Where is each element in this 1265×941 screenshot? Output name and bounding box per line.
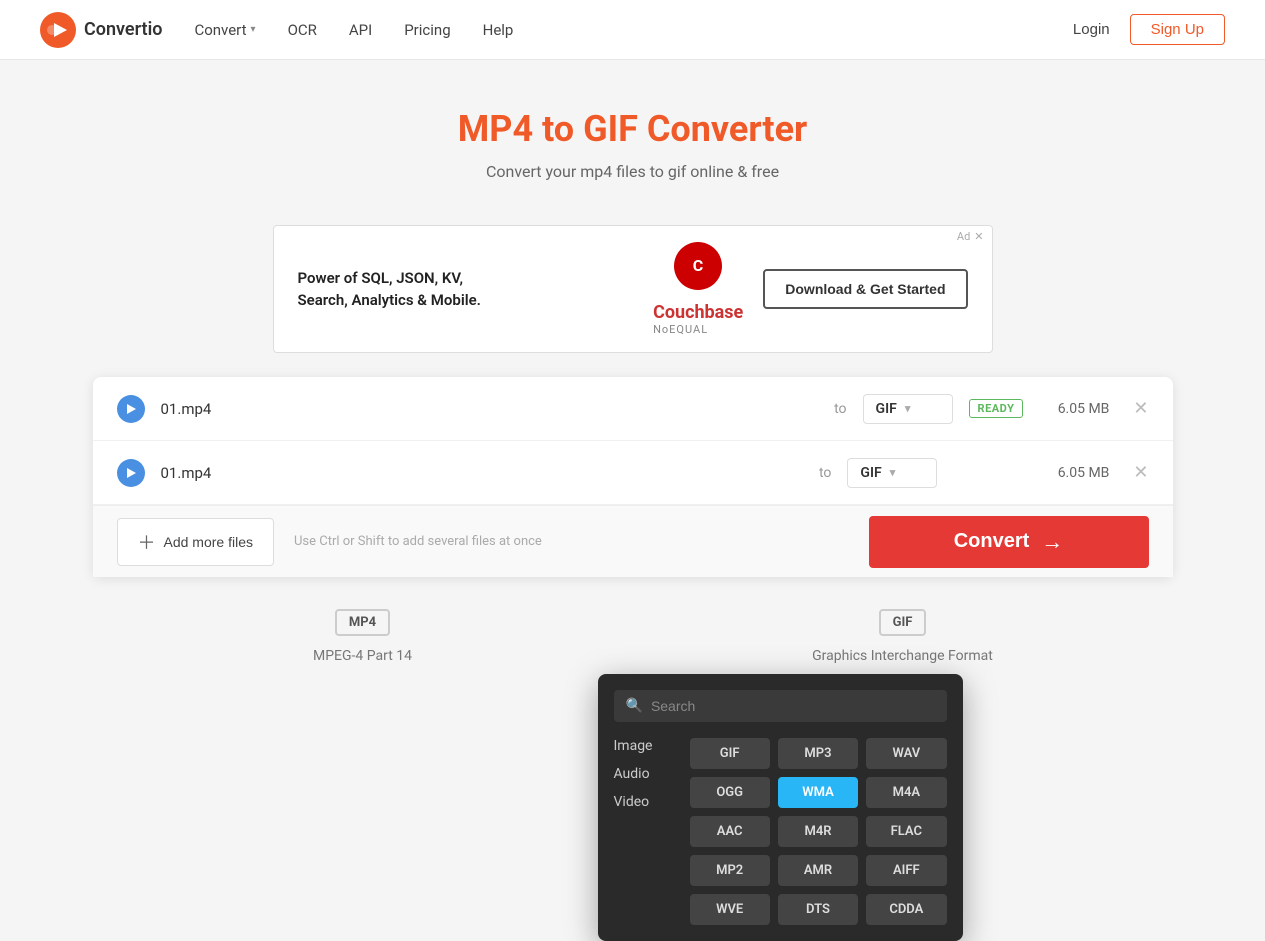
status-badge-1: READY <box>969 399 1024 418</box>
info-badge-gif: GIF <box>879 609 927 636</box>
format-gif[interactable]: GIF <box>690 738 770 769</box>
format-m4r[interactable]: M4R <box>778 816 858 847</box>
ad-brand-sub: NoEQUAL <box>653 323 743 336</box>
navbar: Convertio Convert ▾ OCR API Pricing Help… <box>0 0 1265 60</box>
format-wve[interactable]: WVE <box>690 894 770 925</box>
format-label-2: GIF <box>860 465 881 481</box>
format-picker: 🔍 Image Audio Video GIF MP3 WAV OGG WMA … <box>598 674 963 941</box>
picker-body: Image Audio Video GIF MP3 WAV OGG WMA M4… <box>614 738 947 925</box>
hint-text: Use Ctrl or Shift to add several files a… <box>294 534 849 549</box>
chevron-down-icon: ▾ <box>251 24 256 35</box>
logo[interactable]: Convertio <box>40 12 162 48</box>
info-card-mp4: MP4 MPEG-4 Part 14 <box>113 609 613 664</box>
category-video[interactable]: Video <box>614 794 674 810</box>
info-badge-mp4: MP4 <box>335 609 390 636</box>
format-label-1: GIF <box>876 401 897 417</box>
category-image[interactable]: Image <box>614 738 674 754</box>
format-flac[interactable]: FLAC <box>866 816 946 847</box>
info-section: MP4 MPEG-4 Part 14 GIF Graphics Intercha… <box>93 609 1173 664</box>
convert-label: Convert <box>954 530 1030 553</box>
format-wav[interactable]: WAV <box>866 738 946 769</box>
nav-links: Convert ▾ OCR API Pricing Help <box>194 21 1072 39</box>
add-files-button[interactable]: ＋ Add more files <box>117 518 274 566</box>
to-label-1: to <box>834 401 846 417</box>
ad-close-icon[interactable]: ✕ <box>974 230 983 243</box>
ad-cta-button[interactable]: Download & Get Started <box>763 269 967 309</box>
file-name-2: 01.mp4 <box>161 464 803 482</box>
logo-text: Convertio <box>84 19 162 40</box>
format-aiff[interactable]: AIFF <box>866 855 946 886</box>
play-button-1[interactable] <box>117 395 145 423</box>
format-cdda[interactable]: CDDA <box>866 894 946 925</box>
ad-brand-name: Couchbase <box>653 302 743 323</box>
format-dts[interactable]: DTS <box>778 894 858 925</box>
hero-subtitle: Convert your mp4 files to gif online & f… <box>20 162 1245 181</box>
format-amr[interactable]: AMR <box>778 855 858 886</box>
logo-icon <box>40 12 76 48</box>
format-mp2[interactable]: MP2 <box>690 855 770 886</box>
ad-banner: Ad ✕ Power of SQL, JSON, KV,Search, Anal… <box>273 225 993 353</box>
arrow-icon: → <box>1041 529 1063 555</box>
play-button-2[interactable] <box>117 459 145 487</box>
converter-area: 01.mp4 to GIF ▾ READY 6.05 MB ✕ 01.mp4 t… <box>93 377 1173 577</box>
search-box: 🔍 <box>614 690 947 722</box>
navbar-actions: Login Sign Up <box>1073 14 1225 45</box>
svg-text:C: C <box>693 256 703 275</box>
format-grid: GIF MP3 WAV OGG WMA M4A AAC M4R FLAC MP2… <box>690 738 947 925</box>
file-name-1: 01.mp4 <box>161 400 819 418</box>
info-card-gif: GIF Graphics Interchange Format <box>653 609 1153 664</box>
nav-ocr[interactable]: OCR <box>288 21 317 39</box>
ad-controls: Ad ✕ <box>957 230 984 243</box>
close-button-1[interactable]: ✕ <box>1133 398 1148 419</box>
ad-brand: Couchbase NoEQUAL <box>653 302 743 336</box>
close-button-2[interactable]: ✕ <box>1133 462 1148 483</box>
info-desc-gif: Graphics Interchange Format <box>653 648 1153 664</box>
category-audio[interactable]: Audio <box>614 766 674 782</box>
file-row: 01.mp4 to GIF ▾ READY 6.05 MB ✕ <box>93 377 1173 441</box>
format-m4a[interactable]: M4A <box>866 777 946 808</box>
convert-button[interactable]: Convert → <box>869 516 1149 568</box>
nav-convert[interactable]: Convert ▾ <box>194 21 255 39</box>
format-aac[interactable]: AAC <box>690 816 770 847</box>
couchbase-icon: C <box>674 242 722 290</box>
nav-pricing[interactable]: Pricing <box>404 21 450 39</box>
dropdown-chevron-1: ▾ <box>905 402 911 415</box>
ad-text: Power of SQL, JSON, KV,Search, Analytics… <box>298 267 634 312</box>
file-row-2: 01.mp4 to GIF ▾ 6.05 MB ✕ <box>93 441 1173 505</box>
nav-api[interactable]: API <box>349 21 372 39</box>
format-mp3[interactable]: MP3 <box>778 738 858 769</box>
page-title: MP4 to GIF Converter <box>20 108 1245 150</box>
file-size-2: 6.05 MB <box>1039 465 1109 481</box>
nav-help[interactable]: Help <box>483 21 514 39</box>
format-dropdown-1[interactable]: GIF ▾ <box>863 394 953 424</box>
format-wma[interactable]: WMA <box>778 777 858 808</box>
signup-button[interactable]: Sign Up <box>1130 14 1225 45</box>
info-desc-mp4: MPEG-4 Part 14 <box>113 648 613 664</box>
format-ogg[interactable]: OGG <box>690 777 770 808</box>
ad-tag: Ad <box>957 230 970 243</box>
format-dropdown-2[interactable]: GIF ▾ <box>847 458 937 488</box>
search-input[interactable] <box>651 698 935 714</box>
ad-logo: C Couchbase NoEQUAL <box>653 242 743 336</box>
dropdown-chevron-2: ▾ <box>890 466 896 479</box>
bottom-bar: ＋ Add more files Use Ctrl or Shift to ad… <box>93 505 1173 577</box>
category-list: Image Audio Video <box>614 738 674 925</box>
login-button[interactable]: Login <box>1073 21 1110 38</box>
plus-icon: ＋ <box>138 529 156 555</box>
to-label-2: to <box>819 465 831 481</box>
hero-section: MP4 to GIF Converter Convert your mp4 fi… <box>0 60 1265 205</box>
file-size-1: 6.05 MB <box>1039 401 1109 417</box>
search-icon: 🔍 <box>626 698 643 714</box>
add-files-label: Add more files <box>164 534 253 550</box>
